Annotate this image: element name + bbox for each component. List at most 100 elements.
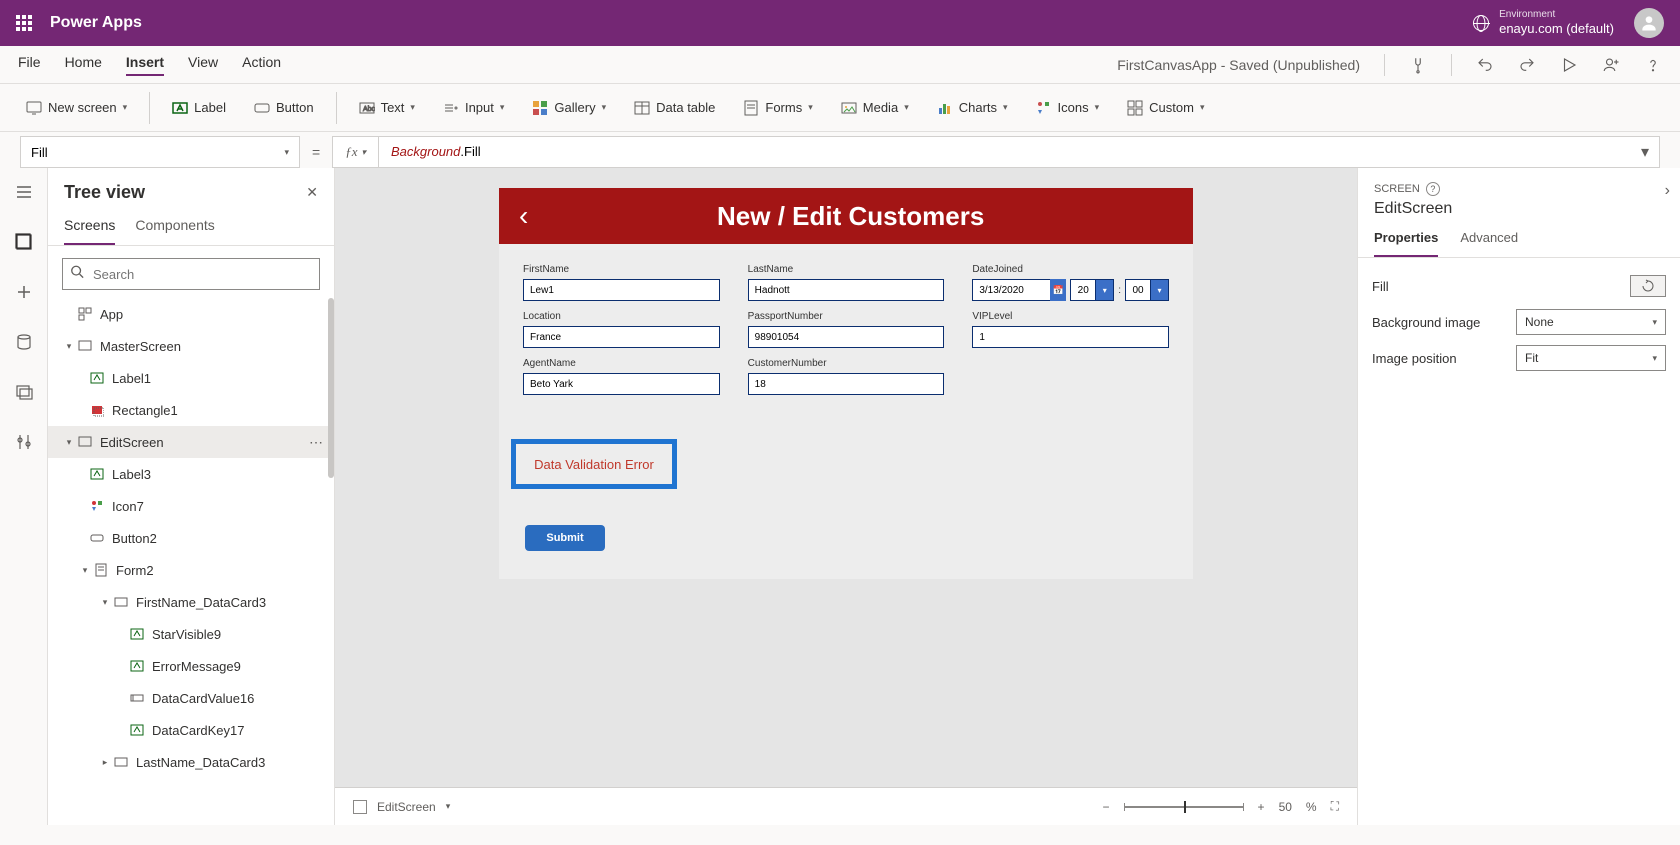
- tree-node-datacardkey17[interactable]: DataCardKey17: [48, 714, 334, 746]
- custom-button[interactable]: Custom▾: [1117, 94, 1214, 122]
- button-button[interactable]: Button: [244, 94, 324, 122]
- input-agent[interactable]: [523, 373, 720, 395]
- chevron-down-icon[interactable]: ▾: [446, 801, 451, 812]
- collapse-panel-icon[interactable]: ›: [1665, 182, 1670, 200]
- canvas-screen[interactable]: ‹ New / Edit Customers FirstName LastNam…: [499, 188, 1193, 579]
- play-icon[interactable]: [1560, 56, 1578, 74]
- tree-view-icon[interactable]: [14, 232, 34, 252]
- validation-error-box[interactable]: Data Validation Error: [511, 439, 677, 489]
- back-arrow-icon[interactable]: ‹: [519, 200, 528, 232]
- property-selector[interactable]: Fill ▾: [20, 136, 300, 168]
- tree-node-firstname-dc[interactable]: ▾FirstName_DataCard3: [48, 586, 334, 618]
- hamburger-icon[interactable]: [14, 182, 34, 202]
- tree-node-label1[interactable]: Label1: [48, 362, 334, 394]
- data-table-button[interactable]: Data table: [624, 94, 725, 122]
- fill-color-swatch[interactable]: [1630, 275, 1666, 297]
- label-node-icon: [88, 369, 106, 387]
- charts-button[interactable]: Charts▾: [927, 94, 1018, 122]
- prop-row-fill: Fill: [1372, 268, 1666, 304]
- tree-node-datacardvalue16[interactable]: DataCardValue16: [48, 682, 334, 714]
- tree-node-app[interactable]: App: [48, 298, 334, 330]
- fit-icon[interactable]: ⛶: [1331, 799, 1339, 814]
- input-vip[interactable]: [972, 326, 1169, 348]
- minute-dropdown-icon[interactable]: ▾: [1151, 279, 1169, 301]
- input-custno[interactable]: [748, 373, 945, 395]
- help-icon[interactable]: [1644, 56, 1662, 74]
- hour-dropdown-icon[interactable]: ▾: [1096, 279, 1114, 301]
- tree-node-starvisible9[interactable]: StarVisible9: [48, 618, 334, 650]
- tree-node-errormessage9[interactable]: ErrorMessage9: [48, 650, 334, 682]
- zoom-slider[interactable]: [1124, 806, 1244, 808]
- media-rail-icon[interactable]: [14, 382, 34, 402]
- tree-node-label3[interactable]: Label3: [48, 458, 334, 490]
- menu-home[interactable]: Home: [65, 54, 102, 76]
- zoom-in-icon[interactable]: +: [1258, 800, 1265, 814]
- input-lastname[interactable]: [748, 279, 945, 301]
- icons-button[interactable]: Icons▾: [1026, 94, 1110, 122]
- help-icon[interactable]: ?: [1426, 182, 1440, 196]
- saved-status: FirstCanvasApp - Saved (Unpublished): [1117, 57, 1360, 73]
- insert-rail-icon[interactable]: [14, 282, 34, 302]
- forms-button[interactable]: Forms▾: [733, 94, 822, 122]
- field-firstname: FirstName: [523, 264, 720, 301]
- menu-view[interactable]: View: [188, 54, 218, 76]
- node-more-icon[interactable]: ⋯: [309, 434, 324, 451]
- footer-checkbox[interactable]: [353, 800, 367, 814]
- main-area: Tree view ✕ Screens Components App ▾Mast…: [0, 168, 1680, 825]
- field-location: Location: [523, 311, 720, 348]
- tree-tab-screens[interactable]: Screens: [64, 209, 115, 245]
- tree-node-lastname-dc[interactable]: ▸LastName_DataCard3: [48, 746, 334, 778]
- imgpos-select[interactable]: Fit▾: [1516, 345, 1666, 371]
- prop-tab-advanced[interactable]: Advanced: [1460, 230, 1518, 257]
- calendar-icon[interactable]: 📅: [1050, 279, 1066, 301]
- formula-input[interactable]: ƒx ▾ Background.Fill ▾: [332, 136, 1660, 168]
- undo-icon[interactable]: [1476, 56, 1494, 74]
- expand-formula-icon[interactable]: ▾: [1631, 142, 1659, 162]
- form-node-icon: [92, 561, 110, 579]
- input-date[interactable]: [972, 279, 1050, 301]
- input-hour[interactable]: [1070, 279, 1096, 301]
- tree-search-input[interactable]: [62, 258, 320, 290]
- gallery-button[interactable]: Gallery▾: [522, 94, 616, 122]
- close-tree-icon[interactable]: ✕: [306, 184, 318, 201]
- input-passport[interactable]: [748, 326, 945, 348]
- tree-node-button2[interactable]: Button2: [48, 522, 334, 554]
- new-screen-button[interactable]: New screen▾: [16, 94, 137, 122]
- tools-rail-icon[interactable]: [14, 432, 34, 452]
- app-launcher-icon[interactable]: [16, 15, 32, 31]
- footer-breadcrumb[interactable]: EditScreen: [377, 800, 436, 814]
- redo-icon[interactable]: [1518, 56, 1536, 74]
- formula-text: Background.Fill: [379, 144, 493, 160]
- menu-insert[interactable]: Insert: [126, 54, 164, 76]
- share-icon[interactable]: [1602, 56, 1620, 74]
- input-button[interactable]: Input▾: [433, 94, 514, 122]
- gallery-icon: [532, 100, 548, 116]
- input-location[interactable]: [523, 326, 720, 348]
- environment-selector[interactable]: Environment enayu.com (default): [1473, 9, 1614, 37]
- tree-node-rectangle1[interactable]: Rectangle1: [48, 394, 334, 426]
- insert-ribbon: New screen▾ Label Button AbcText▾ Input▾…: [0, 84, 1680, 132]
- input-firstname[interactable]: [523, 279, 720, 301]
- tree-list: App ▾MasterScreen Label1 Rectangle1 ▾Edi…: [48, 298, 334, 825]
- tree-node-masterscreen[interactable]: ▾MasterScreen: [48, 330, 334, 362]
- tree-node-editscreen[interactable]: ▾EditScreen⋯: [48, 426, 334, 458]
- tree-node-form2[interactable]: ▾Form2: [48, 554, 334, 586]
- user-avatar[interactable]: [1634, 8, 1664, 38]
- submit-button[interactable]: Submit: [525, 525, 605, 551]
- environment-value: enayu.com (default): [1499, 21, 1614, 37]
- prop-tab-properties[interactable]: Properties: [1374, 230, 1438, 257]
- menu-action[interactable]: Action: [242, 54, 281, 76]
- tree-node-icon7[interactable]: Icon7: [48, 490, 334, 522]
- label-node-icon: [128, 625, 146, 643]
- media-button[interactable]: Media▾: [831, 94, 919, 122]
- label-button[interactable]: Label: [162, 94, 236, 122]
- tree-scrollbar[interactable]: [328, 298, 334, 478]
- bgimage-select[interactable]: None▾: [1516, 309, 1666, 335]
- text-button[interactable]: AbcText▾: [349, 94, 425, 122]
- input-minute[interactable]: [1125, 279, 1151, 301]
- data-rail-icon[interactable]: [14, 332, 34, 352]
- menu-file[interactable]: File: [18, 54, 41, 76]
- zoom-out-icon[interactable]: −: [1103, 800, 1110, 814]
- tree-tab-components[interactable]: Components: [135, 209, 214, 245]
- app-checker-icon[interactable]: [1409, 56, 1427, 74]
